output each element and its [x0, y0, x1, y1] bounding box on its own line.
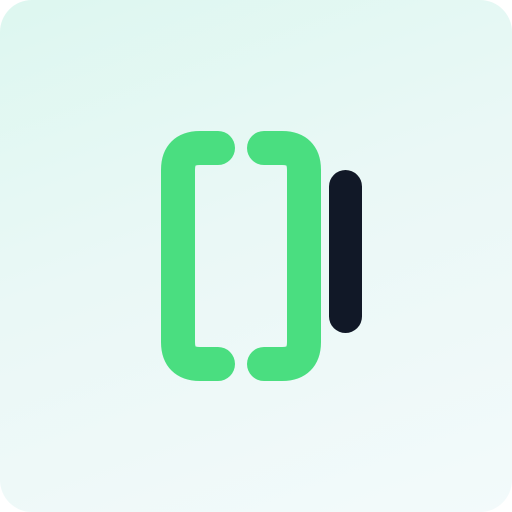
right-bracket-icon — [247, 131, 321, 381]
cursor-bar-icon — [329, 170, 362, 333]
bracket-bar-logo-icon — [161, 131, 362, 381]
left-bracket-icon — [161, 131, 235, 381]
app-icon-tile — [0, 0, 512, 512]
